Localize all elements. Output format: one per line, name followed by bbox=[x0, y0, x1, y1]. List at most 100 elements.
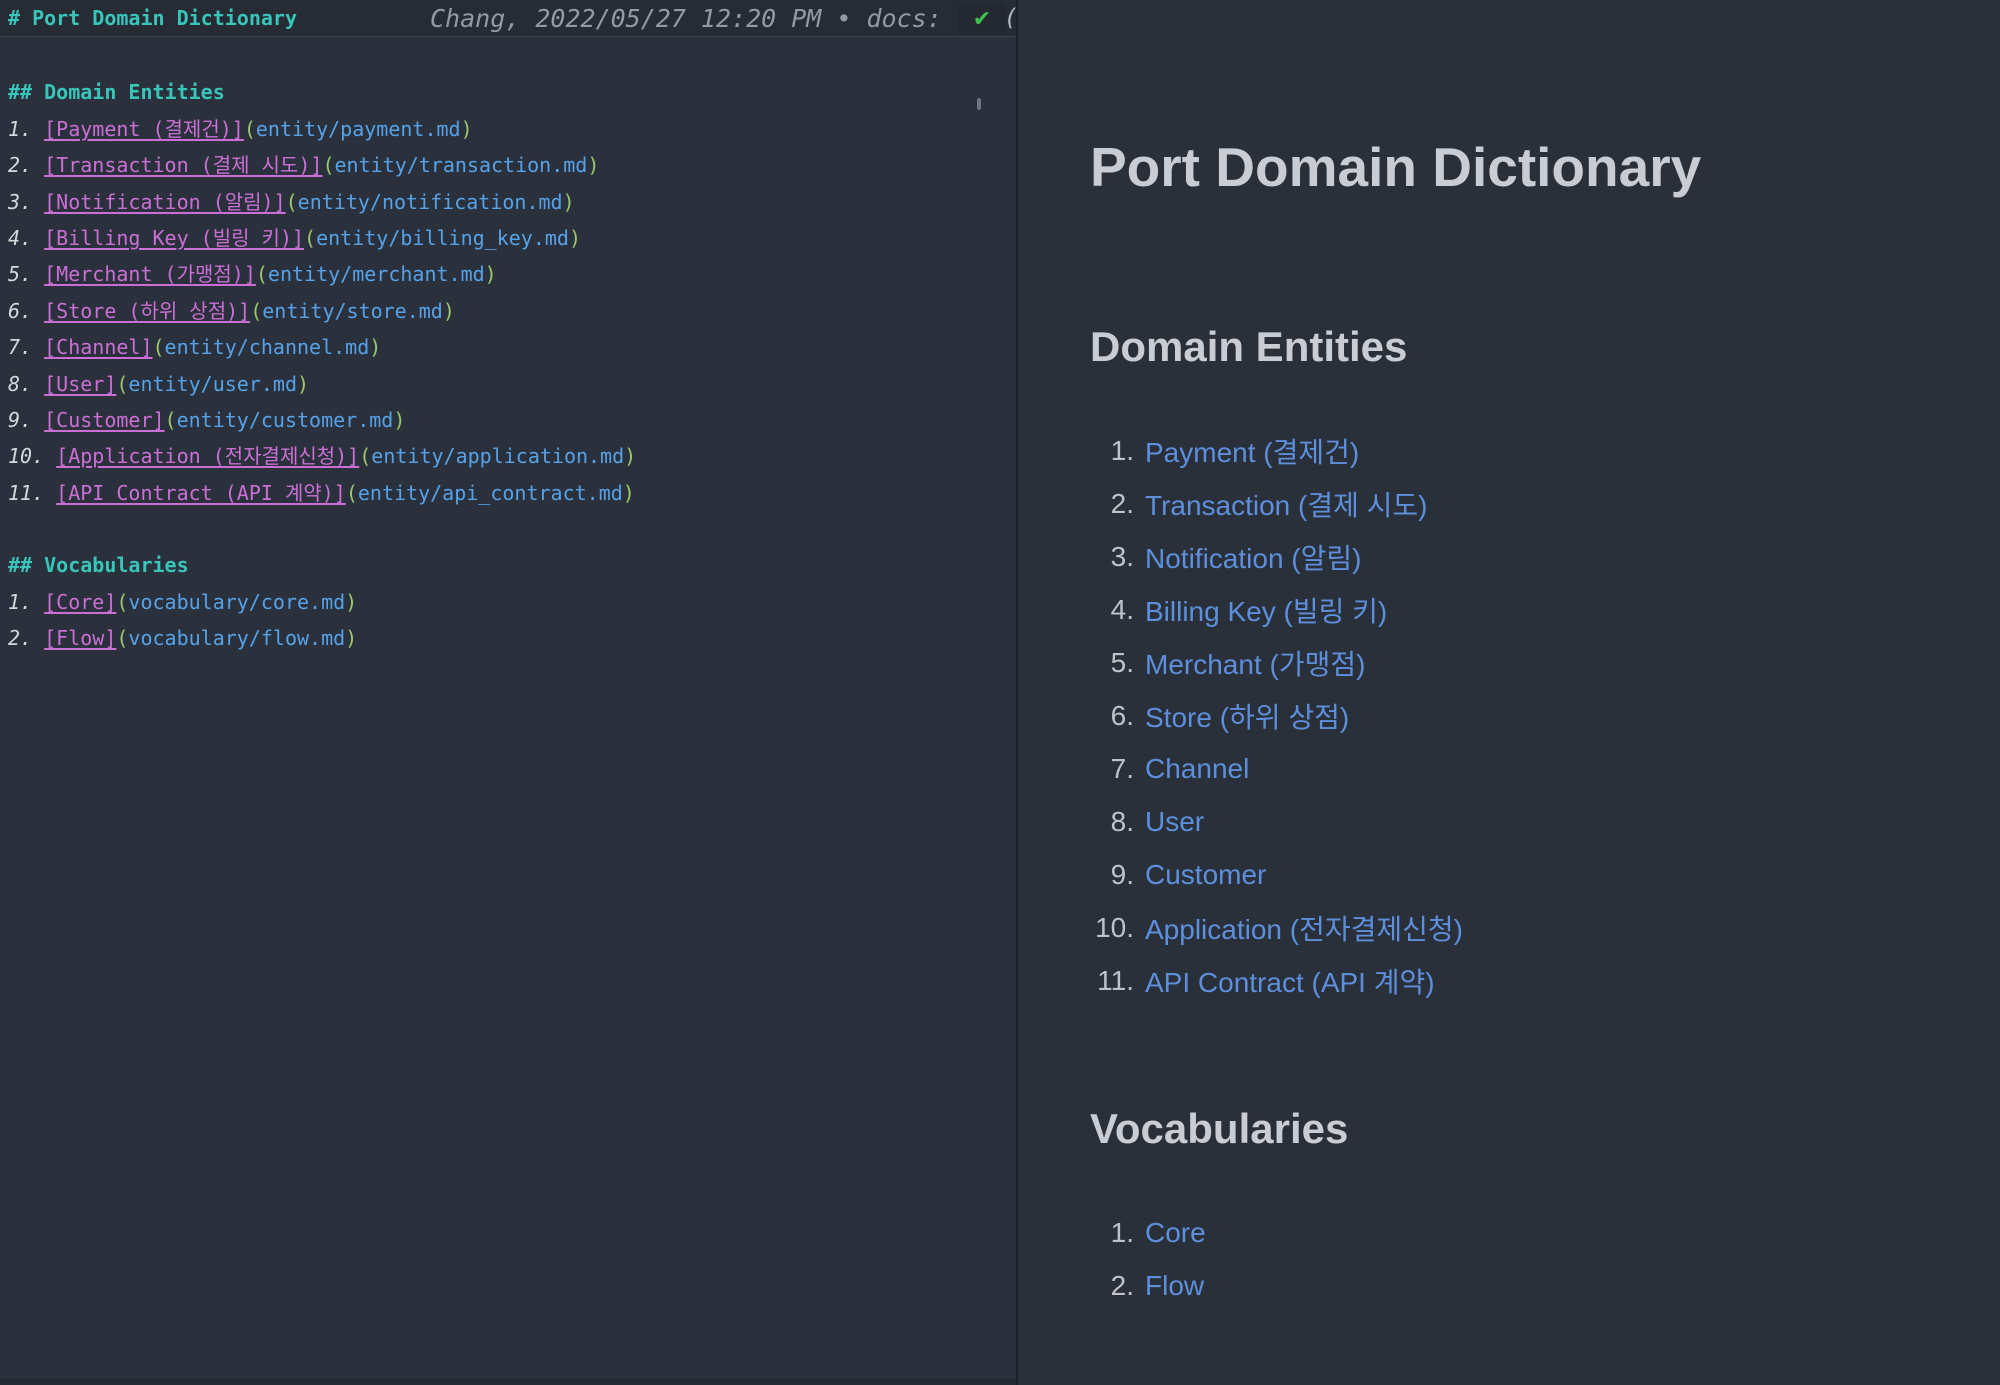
syntax-paren-open: ( bbox=[250, 298, 263, 323]
preview-list-item: 10. Application (전자결제신청) bbox=[1090, 901, 1463, 954]
syntax-paren-open: ( bbox=[322, 153, 335, 178]
syntax-paren-close: ) bbox=[345, 626, 358, 651]
editor-line: 4. [Billing Key (빌링 키)](entity/billing_k… bbox=[8, 220, 1016, 256]
preview-link[interactable]: User bbox=[1145, 806, 1463, 838]
preview-list-item: 1. Payment (결제건) bbox=[1090, 424, 1463, 477]
markdown-link-label[interactable]: [Core] bbox=[44, 590, 116, 614]
list-number: 10. bbox=[8, 444, 57, 469]
markdown-link-url[interactable]: vocabulary/flow.md bbox=[128, 626, 345, 650]
markdown-heading: ## Vocabularies bbox=[8, 553, 189, 578]
preview-link[interactable]: Core bbox=[1145, 1217, 1206, 1249]
list-marker: 8. bbox=[1110, 805, 1134, 837]
list-number: 1. bbox=[8, 589, 45, 614]
markdown-link-url[interactable]: entity/payment.md bbox=[256, 117, 461, 141]
markdown-link-url[interactable]: entity/notification.md bbox=[298, 190, 563, 214]
syntax-paren-open: ( bbox=[152, 335, 165, 360]
preview-list-vocabularies: 1. Core 2. Flow bbox=[1090, 1206, 1206, 1312]
app-window: # Port Domain Dictionary Chang, 2022/05/… bbox=[0, 0, 2000, 1385]
syntax-paren-close: ) bbox=[460, 116, 473, 141]
markdown-link-label[interactable]: [Notification (알림)] bbox=[44, 190, 286, 214]
markdown-link-url[interactable]: entity/billing_key.md bbox=[316, 226, 569, 250]
preview-list-item: 6. Store (하위 상점) bbox=[1090, 689, 1463, 742]
preview-list-item: 4. Billing Key (빌링 키) bbox=[1090, 583, 1463, 636]
editor-line: ## Domain Entities bbox=[8, 74, 1016, 110]
list-marker: 4. bbox=[1110, 593, 1134, 625]
editor-line: 11. [API Contract (API 계약)](entity/api_c… bbox=[8, 475, 1016, 511]
markdown-link-url[interactable]: entity/application.md bbox=[371, 444, 624, 468]
syntax-paren-close: ) bbox=[568, 225, 581, 250]
preview-link[interactable]: Customer bbox=[1145, 859, 1463, 891]
preview-link[interactable]: Merchant (가맹점) bbox=[1145, 643, 1463, 683]
syntax-paren-close: ) bbox=[369, 335, 382, 360]
list-marker: 10. bbox=[1095, 911, 1134, 943]
list-marker: 1. bbox=[1110, 434, 1134, 466]
markdown-link-url[interactable]: entity/api_contract.md bbox=[358, 481, 623, 505]
preview-link[interactable]: Transaction (결제 시도) bbox=[1145, 484, 1463, 524]
sync-status-chip: ✔ bbox=[958, 3, 1006, 35]
preview-list-item: 1. Core bbox=[1090, 1206, 1206, 1259]
syntax-paren-open: ( bbox=[345, 480, 358, 505]
preview-list-item: 8. User bbox=[1090, 795, 1463, 848]
preview-link[interactable]: Notification (알림) bbox=[1145, 537, 1463, 577]
markdown-editor-pane[interactable]: # Port Domain Dictionary Chang, 2022/05/… bbox=[0, 0, 1016, 1385]
syntax-paren-close: ) bbox=[297, 371, 310, 396]
preview-list-item: 7. Channel bbox=[1090, 742, 1463, 795]
markdown-link-url[interactable]: vocabulary/core.md bbox=[128, 590, 345, 614]
markdown-link-label[interactable]: [User] bbox=[44, 372, 116, 396]
markdown-link-url[interactable]: entity/store.md bbox=[262, 299, 443, 323]
preview-list-item: 3. Notification (알림) bbox=[1090, 530, 1463, 583]
preview-list-item: 5. Merchant (가맹점) bbox=[1090, 636, 1463, 689]
list-marker: 5. bbox=[1110, 646, 1134, 678]
editor-text-area[interactable]: ## Domain Entities 1. [Payment (결제건)](ent… bbox=[0, 38, 1016, 657]
markdown-title: # Port Domain Dictionary bbox=[8, 6, 297, 30]
list-number: 2. bbox=[8, 153, 45, 178]
markdown-link-url[interactable]: entity/transaction.md bbox=[334, 153, 587, 177]
list-number: 2. bbox=[8, 626, 45, 651]
markdown-link-label[interactable]: [Channel] bbox=[44, 335, 152, 359]
markdown-link-label[interactable]: [Transaction (결제 시도)] bbox=[44, 153, 322, 177]
list-number: 3. bbox=[8, 189, 45, 214]
list-marker: 6. bbox=[1110, 699, 1134, 731]
preview-heading-vocabularies: Vocabularies bbox=[1090, 1105, 1349, 1152]
preview-link[interactable]: Application (전자결제신청) bbox=[1145, 908, 1463, 948]
preview-link[interactable]: Flow bbox=[1145, 1270, 1206, 1302]
syntax-paren-close: ) bbox=[345, 589, 358, 614]
markdown-link-url[interactable]: entity/merchant.md bbox=[268, 262, 485, 286]
editor-line: 6. [Store (하위 상점)](entity/store.md) bbox=[8, 293, 1016, 329]
preview-link[interactable]: Billing Key (빌링 키) bbox=[1145, 590, 1463, 630]
editor-line: 3. [Notification (알림)](entity/notificati… bbox=[8, 184, 1016, 220]
preview-heading-domain-entities: Domain Entities bbox=[1090, 323, 1408, 370]
preview-link[interactable]: Payment (결제건) bbox=[1145, 431, 1463, 471]
markdown-link-label[interactable]: [API Contract (API 계약)] bbox=[56, 481, 346, 505]
list-marker: 7. bbox=[1110, 752, 1134, 784]
markdown-link-label[interactable]: [Application (전자결제신청)] bbox=[56, 444, 359, 468]
markdown-link-label[interactable]: [Billing Key (빌링 키)] bbox=[44, 226, 304, 250]
list-marker: 2. bbox=[1110, 1269, 1134, 1301]
markdown-link-url[interactable]: entity/channel.md bbox=[165, 335, 370, 359]
list-number: 11. bbox=[8, 480, 57, 505]
syntax-paren-open: ( bbox=[285, 189, 298, 214]
markdown-link-label[interactable]: [Flow] bbox=[44, 626, 116, 650]
markdown-link-url[interactable]: entity/user.md bbox=[128, 372, 297, 396]
list-marker: 11. bbox=[1097, 964, 1134, 996]
markdown-link-label[interactable]: [Payment (결제건)] bbox=[44, 117, 244, 141]
clipped-text: ( bbox=[1004, 0, 1016, 37]
list-number: 4. bbox=[8, 225, 45, 250]
markdown-link-label[interactable]: [Customer] bbox=[44, 408, 164, 432]
editor-line: 5. [Merchant (가맹점)](entity/merchant.md) bbox=[8, 256, 1016, 292]
preview-link[interactable]: API Contract (API 계약) bbox=[1145, 961, 1463, 1001]
markdown-link-url[interactable]: entity/customer.md bbox=[177, 408, 394, 432]
preview-link[interactable]: Store (하위 상점) bbox=[1145, 696, 1463, 736]
window-edge bbox=[0, 1379, 1016, 1385]
preview-link[interactable]: Channel bbox=[1145, 753, 1463, 785]
list-marker: 2. bbox=[1110, 487, 1134, 519]
doc-meta-timestamp: Chang, 2022/05/27 12:20 PM • docs: bbox=[430, 4, 942, 33]
preview-list-item: 9. Customer bbox=[1090, 848, 1463, 901]
preview-list-item: 2. Flow bbox=[1090, 1259, 1206, 1312]
syntax-paren-close: ) bbox=[442, 298, 455, 323]
syntax-paren-close: ) bbox=[393, 407, 406, 432]
markdown-link-label[interactable]: [Merchant (가맹점)] bbox=[44, 262, 256, 286]
markdown-link-label[interactable]: [Store (하위 상점)] bbox=[44, 299, 250, 323]
